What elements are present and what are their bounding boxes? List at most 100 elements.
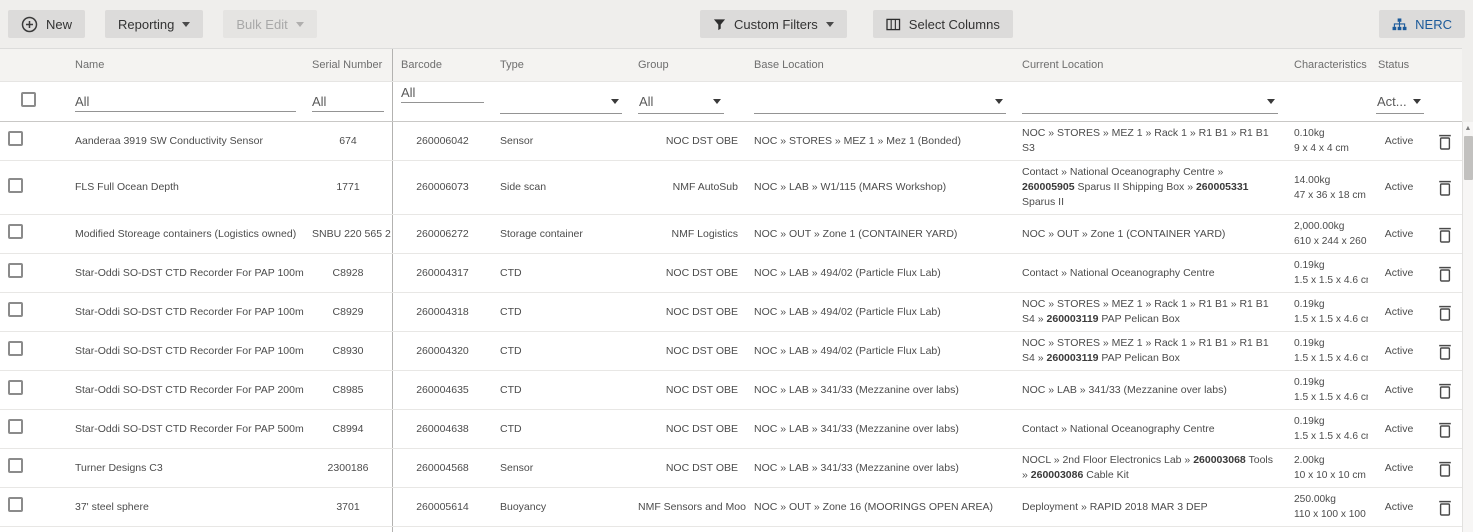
row-checkbox[interactable] bbox=[8, 131, 23, 146]
select-all-checkbox[interactable] bbox=[21, 91, 36, 107]
select-columns-button[interactable]: Select Columns bbox=[872, 10, 1013, 38]
columns-icon bbox=[886, 18, 901, 31]
cell-serial-number: 674 bbox=[339, 134, 357, 147]
cell-barcode: 260004318 bbox=[392, 293, 492, 331]
column-header-group[interactable]: Group bbox=[630, 59, 746, 71]
characteristic-dimensions: 610 x 244 x 260 ... bbox=[1294, 236, 1368, 247]
cell-barcode: 260004317 bbox=[392, 254, 492, 292]
cell-name: FLS Full Ocean Depth bbox=[75, 181, 179, 193]
row-checkbox[interactable] bbox=[8, 497, 23, 512]
cell-serial-number: C8985 bbox=[332, 383, 364, 396]
table-row[interactable]: Star-Oddi SO-DST CTD Recorder For PAP 20… bbox=[0, 371, 1462, 410]
cell-current-location: Contact » National Oceanography Centre bbox=[1022, 422, 1215, 435]
column-header-barcode[interactable]: Barcode bbox=[392, 49, 492, 81]
cell-type: Sensor bbox=[500, 134, 534, 147]
row-checkbox[interactable] bbox=[8, 419, 23, 434]
type-filter-select[interactable] bbox=[500, 89, 622, 114]
column-header-base-location[interactable]: Base Location bbox=[746, 59, 1014, 71]
reporting-button[interactable]: Reporting bbox=[105, 10, 204, 38]
nerc-button[interactable]: NERC bbox=[1379, 10, 1465, 38]
scrollbar-thumb[interactable] bbox=[1464, 136, 1473, 180]
cell-barcode: 260006042 bbox=[392, 122, 492, 160]
table-row[interactable]: 37' steel sphere 3701 260005614 Buoyancy… bbox=[0, 488, 1462, 527]
bulk-edit-button: Bulk Edit bbox=[223, 10, 317, 38]
column-header-status[interactable]: Status bbox=[1370, 59, 1428, 71]
status-value: Active bbox=[1384, 344, 1414, 357]
chevron-down-icon bbox=[182, 21, 191, 27]
row-checkbox[interactable] bbox=[8, 263, 23, 278]
characteristic-dimensions: 47 x 36 x 18 cm bbox=[1294, 189, 1366, 201]
table-row[interactable]: FLS Full Ocean Depth 1771 260006073 Side… bbox=[0, 161, 1462, 215]
delete-button[interactable] bbox=[1438, 343, 1452, 360]
cell-current-location: NOC » LAB » 341/33 (Mezzanine over labs) bbox=[1022, 383, 1227, 396]
row-checkbox[interactable] bbox=[8, 458, 23, 473]
delete-button[interactable] bbox=[1438, 304, 1452, 321]
group-filter-select[interactable]: All bbox=[638, 89, 724, 114]
cell-serial-number: C8930 bbox=[332, 344, 364, 357]
delete-button[interactable] bbox=[1438, 460, 1452, 477]
table-row[interactable]: Star-Oddi SO-DST CTD Recorder For PAP 10… bbox=[0, 293, 1462, 332]
row-checkbox[interactable] bbox=[8, 302, 23, 317]
row-checkbox-cell bbox=[0, 174, 56, 202]
row-checkbox-cell bbox=[0, 415, 56, 443]
table-row[interactable]: Aanderaa 3919 SW Conductivity Sensor 674… bbox=[0, 122, 1462, 161]
cell-type: Sensor bbox=[500, 461, 534, 474]
cell-group: NOC DST OBE bbox=[665, 461, 738, 474]
name-filter-input[interactable] bbox=[75, 91, 296, 112]
column-header-current-location[interactable]: Current Location bbox=[1014, 59, 1286, 71]
cell-serial-number: 2300186 bbox=[327, 461, 369, 474]
vertical-scrollbar[interactable]: ▲ bbox=[1462, 122, 1473, 532]
cell-group: NMF Logistics bbox=[671, 227, 738, 240]
status-filter-select[interactable]: Act... bbox=[1376, 89, 1424, 114]
row-checkbox[interactable] bbox=[8, 224, 23, 239]
row-checkbox[interactable] bbox=[8, 177, 23, 193]
new-button[interactable]: New bbox=[8, 10, 86, 38]
table-body: Aanderaa 3919 SW Conductivity Sensor 674… bbox=[0, 122, 1462, 532]
table-row[interactable]: Modified Storeage containers (Logistics … bbox=[0, 215, 1462, 254]
cell-type: Side scan bbox=[500, 181, 547, 193]
cell-characteristics: 2,000.00kg 610 x 244 x 260 ... bbox=[1286, 215, 1370, 253]
delete-button[interactable] bbox=[1438, 499, 1452, 516]
column-header-type[interactable]: Type bbox=[492, 59, 630, 71]
characteristic-dimensions: 1.5 x 1.5 x 4.6 cm bbox=[1294, 392, 1368, 403]
table-row[interactable]: Star-Oddi SO-DST CTD Recorder For PAP 10… bbox=[0, 332, 1462, 371]
serial-number-filter-input[interactable] bbox=[312, 91, 384, 112]
status-value: Active bbox=[1384, 461, 1414, 474]
row-checkbox-cell bbox=[0, 298, 56, 326]
row-checkbox[interactable] bbox=[8, 341, 23, 356]
plus-circle-icon bbox=[21, 16, 38, 33]
cell-current-location: Contact » National Oceanography Centre »… bbox=[1022, 166, 1249, 208]
table-row[interactable]: Star-Oddi SO-DST CTD Recorder For PAP 50… bbox=[0, 410, 1462, 449]
barcode-filter-input[interactable] bbox=[401, 82, 484, 103]
characteristic-dimensions: 9 x 4 x 4 cm bbox=[1294, 143, 1349, 154]
delete-button[interactable] bbox=[1438, 265, 1452, 282]
custom-filters-button[interactable]: Custom Filters bbox=[700, 10, 847, 38]
delete-button[interactable] bbox=[1438, 421, 1452, 438]
chevron-down-icon bbox=[995, 98, 1003, 104]
characteristic-weight: 0.19kg bbox=[1294, 377, 1325, 388]
delete-button[interactable] bbox=[1438, 226, 1452, 243]
base-location-filter-select[interactable] bbox=[754, 89, 1006, 114]
table-row[interactable]: Acoustic Modem box --- 260005392 Plastic… bbox=[0, 527, 1462, 532]
cell-barcode: 260004568 bbox=[392, 449, 492, 487]
table-row[interactable]: Turner Designs C3 2300186 260004568 Sens… bbox=[0, 449, 1462, 488]
scroll-up-arrow-icon[interactable]: ▲ bbox=[1463, 122, 1473, 135]
column-header-characteristics[interactable]: Characteristics bbox=[1286, 59, 1370, 71]
delete-button[interactable] bbox=[1438, 382, 1452, 399]
table-row[interactable]: Star-Oddi SO-DST CTD Recorder For PAP 10… bbox=[0, 254, 1462, 293]
cell-base-location: NOC » LAB » W1/115 (MARS Workshop) bbox=[754, 181, 947, 193]
asset-table: Name Serial Number Barcode Type Group Ba… bbox=[0, 48, 1462, 532]
column-header-name[interactable]: Name bbox=[56, 59, 304, 71]
column-header-serial-number[interactable]: Serial Number bbox=[304, 59, 392, 71]
cell-type: Buoyancy bbox=[500, 500, 547, 513]
status-value: Active bbox=[1384, 227, 1414, 240]
characteristic-dimensions: 1.5 x 1.5 x 4.6 cm bbox=[1294, 314, 1368, 325]
delete-button[interactable] bbox=[1438, 133, 1452, 150]
current-location-filter-select[interactable] bbox=[1022, 89, 1278, 114]
delete-button[interactable] bbox=[1438, 179, 1452, 196]
cell-characteristics: 0.19kg 1.5 x 1.5 x 4.6 cm bbox=[1286, 293, 1370, 331]
chevron-down-icon bbox=[825, 21, 834, 27]
cell-actions bbox=[1428, 175, 1462, 200]
row-checkbox[interactable] bbox=[8, 380, 23, 395]
cell-serial-number: C8929 bbox=[332, 305, 364, 318]
